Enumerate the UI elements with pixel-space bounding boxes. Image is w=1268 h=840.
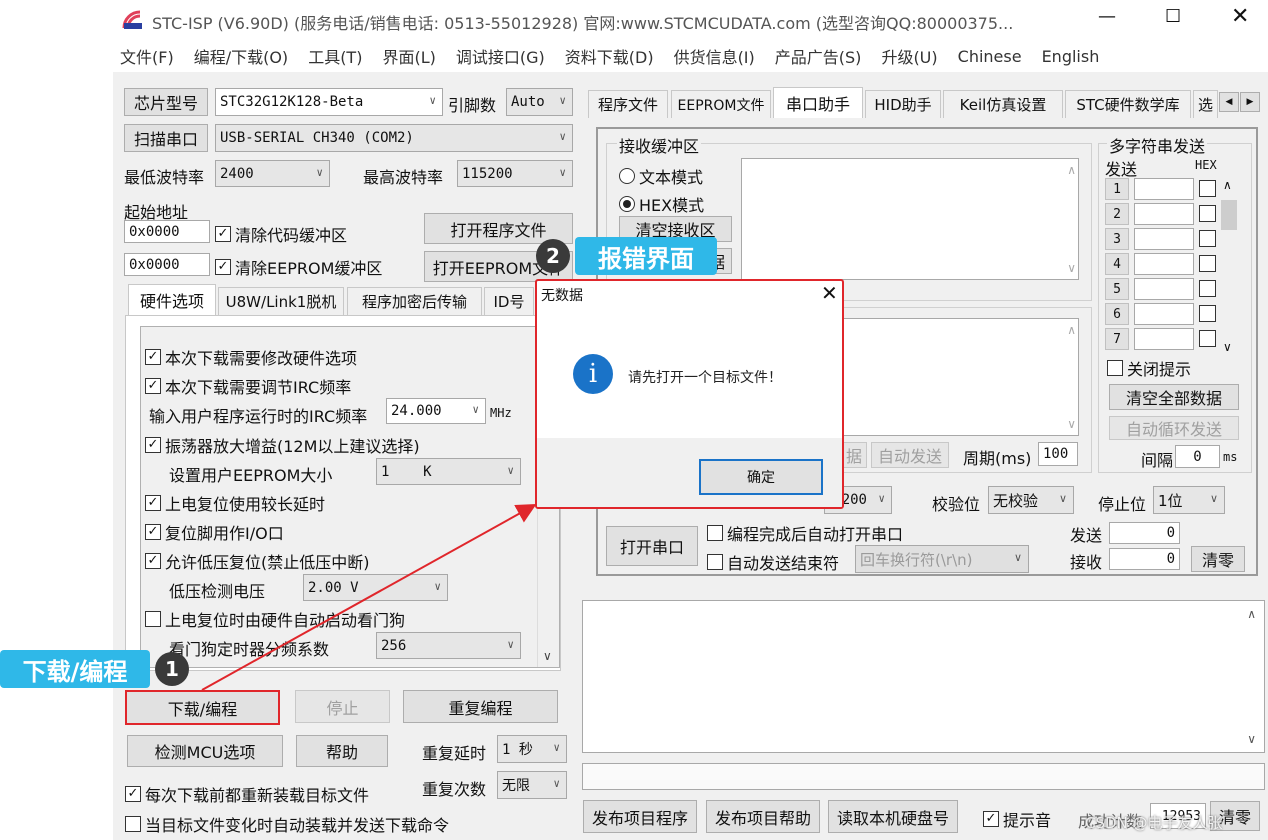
step2-label: 报错界面 bbox=[575, 237, 717, 275]
step1-label: 下载/编程 bbox=[0, 650, 150, 688]
step1-number: 1 bbox=[155, 652, 189, 686]
annotation-arrow bbox=[201, 504, 537, 691]
step2-number: 2 bbox=[536, 239, 570, 273]
